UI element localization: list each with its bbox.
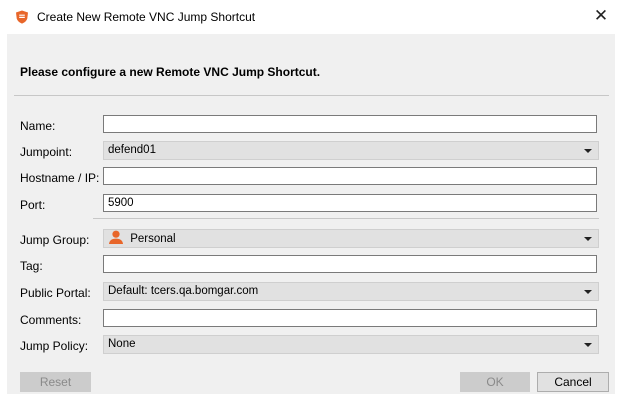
- chevron-down-icon: [584, 237, 592, 241]
- person-icon: [109, 230, 123, 244]
- ok-button[interactable]: OK: [460, 372, 530, 392]
- hostname-input[interactable]: [103, 167, 597, 185]
- tag-input[interactable]: [103, 255, 597, 273]
- jump-policy-select[interactable]: None: [103, 335, 599, 354]
- cancel-button[interactable]: Cancel: [537, 372, 609, 392]
- chevron-down-icon: [584, 290, 592, 294]
- public-portal-value: Default: tcers.qa.bomgar.com: [108, 285, 259, 297]
- name-label: Name:: [20, 119, 56, 133]
- bomgar-shield-icon: [16, 10, 28, 24]
- comments-label: Comments:: [20, 313, 82, 327]
- port-input[interactable]: 5900: [103, 194, 597, 212]
- tag-label: Tag:: [20, 259, 43, 273]
- jumpoint-label: Jumpoint:: [20, 145, 73, 159]
- jump-group-value: Personal: [130, 233, 176, 245]
- section-divider: [93, 218, 599, 219]
- jump-policy-label: Jump Policy:: [20, 339, 89, 353]
- jump-group-label: Jump Group:: [20, 233, 90, 247]
- title-bar: Create New Remote VNC Jump Shortcut ✕: [0, 0, 622, 34]
- chevron-down-icon: [584, 343, 592, 347]
- window-title: Create New Remote VNC Jump Shortcut: [37, 10, 256, 24]
- dialog-body: Please configure a new Remote VNC Jump S…: [7, 34, 615, 394]
- heading-divider: [14, 95, 609, 96]
- jump-group-select[interactable]: Personal: [103, 229, 599, 248]
- jumpoint-value: defend01: [108, 144, 156, 156]
- reset-button[interactable]: Reset: [20, 372, 91, 392]
- public-portal-select[interactable]: Default: tcers.qa.bomgar.com: [103, 282, 599, 301]
- port-label: Port:: [20, 198, 46, 212]
- hostname-label: Hostname / IP:: [20, 171, 100, 185]
- name-input[interactable]: [103, 115, 597, 133]
- jumpoint-select[interactable]: defend01: [103, 141, 599, 160]
- jump-policy-value: None: [108, 338, 136, 350]
- close-button[interactable]: ✕: [588, 4, 614, 28]
- comments-input[interactable]: [103, 309, 597, 327]
- public-portal-label: Public Portal:: [20, 286, 91, 300]
- dialog-heading: Please configure a new Remote VNC Jump S…: [20, 65, 321, 79]
- chevron-down-icon: [584, 149, 592, 153]
